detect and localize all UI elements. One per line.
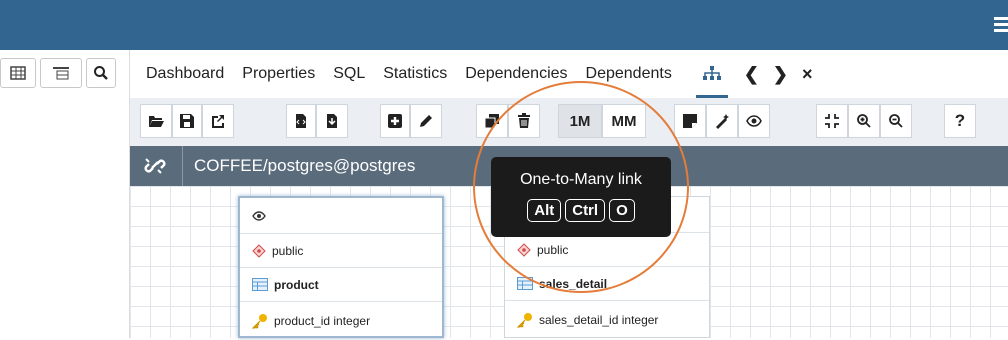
download-image-icon[interactable] <box>316 104 348 138</box>
many-to-many-button[interactable]: MM <box>602 104 646 138</box>
generate-sql-icon[interactable] <box>286 104 316 138</box>
table-name-row: product <box>240 268 442 302</box>
primary-key-icon <box>517 313 532 328</box>
object-explorer-panel <box>0 50 130 338</box>
add-table-icon[interactable] <box>380 104 410 138</box>
shortcut-key-alt: Alt <box>527 199 562 222</box>
delete-icon[interactable] <box>508 104 540 138</box>
view-data-icon[interactable] <box>40 58 82 88</box>
query-tool-icon[interactable] <box>0 58 36 88</box>
save-as-icon[interactable] <box>202 104 234 138</box>
table-schema-row: public <box>505 233 709 267</box>
zoom-out-icon[interactable] <box>880 104 912 138</box>
tab-properties[interactable]: Properties <box>242 50 315 98</box>
column-label: product_id integer <box>274 314 371 328</box>
column-row: sales_detail_id integer <box>505 301 709 339</box>
edit-table-icon[interactable] <box>410 104 442 138</box>
table-name-label: product <box>274 277 319 292</box>
tab-sql[interactable]: SQL <box>333 50 365 98</box>
auto-align-icon[interactable] <box>706 104 738 138</box>
one-to-many-button[interactable]: 1M <box>558 104 602 138</box>
app-header <box>0 0 1008 50</box>
schema-icon <box>517 242 531 257</box>
tab-dependents[interactable]: Dependents <box>586 50 672 98</box>
table-icon <box>252 278 268 291</box>
tooltip: One-to-Many link Alt Ctrl O <box>491 157 671 237</box>
erd-icon <box>702 65 721 80</box>
shortcut-key-ctrl: Ctrl <box>565 199 606 222</box>
column-row: product_id integer <box>240 302 442 340</box>
panel-tabs: Dashboard Properties SQL Statistics Depe… <box>130 50 1008 98</box>
connection-link-icon <box>144 158 166 174</box>
table-name-label: sales_detail <box>539 276 608 291</box>
shortcut-key-o: O <box>609 199 635 222</box>
eye-icon[interactable] <box>252 210 266 221</box>
shortcut-keys: Alt Ctrl O <box>491 199 671 222</box>
table-name-row: sales_detail <box>505 267 709 301</box>
table-icon <box>517 277 533 290</box>
show-details-icon[interactable] <box>738 104 770 138</box>
zoom-in-icon[interactable] <box>848 104 880 138</box>
schema-icon <box>252 243 266 258</box>
erd-toolbar: 1M MM ? <box>130 98 1008 146</box>
tooltip-title: One-to-Many link <box>520 171 642 188</box>
table-schema-row: public <box>240 234 442 268</box>
add-note-icon[interactable] <box>674 104 706 138</box>
tab-next-icon[interactable]: ❯ <box>773 50 788 98</box>
save-icon[interactable] <box>172 104 202 138</box>
zoom-to-fit-icon[interactable] <box>816 104 848 138</box>
connection-title: COFFEE/postgres@postgres <box>194 156 416 175</box>
search-icon[interactable] <box>86 58 116 88</box>
title-divider <box>182 146 183 186</box>
schema-label: public <box>537 242 569 257</box>
open-file-icon[interactable] <box>140 104 172 138</box>
tab-prev-icon[interactable]: ❮ <box>744 50 759 98</box>
tab-statistics[interactable]: Statistics <box>383 50 447 98</box>
tab-dependencies[interactable]: Dependencies <box>465 50 567 98</box>
table-node-product[interactable]: public product product_id integer <box>238 196 444 338</box>
tab-close-icon[interactable]: × <box>802 50 813 98</box>
tab-dashboard[interactable]: Dashboard <box>146 50 224 98</box>
clone-table-icon[interactable] <box>476 104 508 138</box>
primary-key-icon <box>252 314 267 329</box>
schema-label: public <box>272 243 304 258</box>
column-label: sales_detail_id integer <box>539 313 659 327</box>
tab-erd[interactable] <box>695 50 728 98</box>
menu-icon[interactable] <box>994 14 1008 36</box>
table-node-header <box>240 198 442 234</box>
help-button[interactable]: ? <box>944 104 976 138</box>
